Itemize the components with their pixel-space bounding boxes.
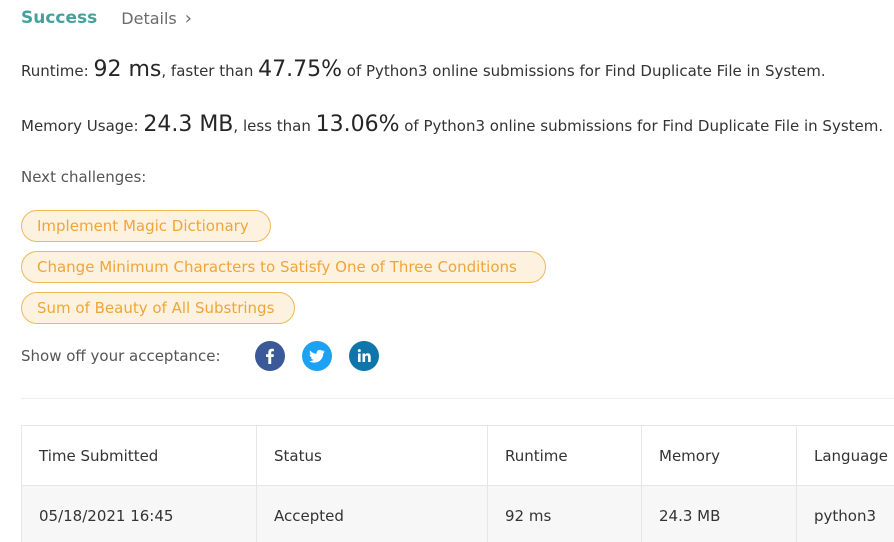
section-divider [21, 398, 894, 399]
memory-summary: Memory Usage: 24.3 MB, less than 13.06% … [21, 112, 883, 137]
chevron-right-icon: › [184, 7, 192, 29]
memory-percent: 13.06% [315, 112, 400, 137]
twitter-icon[interactable] [301, 341, 332, 371]
submissions-table: Time Submitted Status Runtime Memory Lan… [21, 425, 894, 542]
share-row: Show off your acceptance: [21, 340, 379, 372]
table-header-row: Time Submitted Status Runtime Memory Lan… [21, 425, 894, 486]
runtime-percent: 47.75% [258, 57, 342, 82]
details-link[interactable]: Details › [121, 8, 192, 29]
column-header-memory: Memory [641, 425, 797, 486]
challenge-tag-implement-magic-dictionary[interactable]: Implement Magic Dictionary [21, 210, 271, 242]
column-header-time-submitted: Time Submitted [21, 425, 257, 486]
facebook-icon[interactable] [254, 341, 285, 371]
details-label: Details [121, 8, 177, 28]
memory-connector: , less than [233, 117, 316, 135]
cell-time-submitted: 05/18/2021 16:45 [21, 485, 257, 542]
cell-status-accepted-link[interactable]: Accepted [256, 485, 488, 542]
success-status: Success [21, 8, 98, 28]
next-challenges-label: Next challenges: [21, 168, 147, 186]
column-header-status: Status [256, 425, 488, 486]
result-header: Success Details › [21, 6, 192, 30]
challenge-tag-change-minimum-characters[interactable]: Change Minimum Characters to Satisfy One… [21, 251, 546, 283]
runtime-label: Runtime: [21, 62, 94, 80]
cell-memory: 24.3 MB [641, 485, 797, 542]
submission-result-panel: Success Details › Runtime: 92 ms, faster… [0, 0, 894, 542]
share-label: Show off your acceptance: [21, 347, 221, 365]
cell-runtime: 92 ms [487, 485, 642, 542]
runtime-connector: , faster than [161, 62, 259, 80]
runtime-summary: Runtime: 92 ms, faster than 47.75% of Py… [21, 57, 826, 82]
column-header-language: Language [796, 425, 894, 486]
runtime-suffix: of Python3 online submissions for Find D… [342, 62, 826, 80]
runtime-value: 92 ms [93, 57, 162, 82]
linkedin-icon[interactable] [348, 341, 379, 371]
cell-language: python3 [796, 485, 894, 542]
memory-label: Memory Usage: [21, 117, 144, 135]
column-header-runtime: Runtime [487, 425, 642, 486]
challenge-tag-sum-of-beauty[interactable]: Sum of Beauty of All Substrings [21, 292, 295, 324]
table-row: 05/18/2021 16:45 Accepted 92 ms 24.3 MB … [21, 485, 894, 542]
memory-suffix: of Python3 online submissions for Find D… [399, 117, 884, 135]
memory-value: 24.3 MB [143, 112, 234, 137]
